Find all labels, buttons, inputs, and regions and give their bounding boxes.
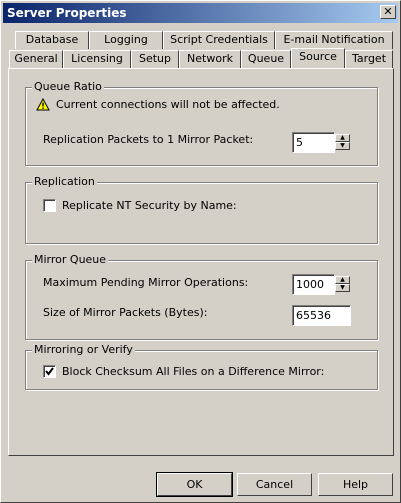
help-button[interactable]: Help	[318, 473, 393, 496]
replication-legend: Replication	[32, 175, 97, 188]
ok-button[interactable]: OK	[156, 472, 233, 497]
tab-target[interactable]: Target	[345, 50, 393, 68]
spin-up-icon[interactable]: ▲	[335, 276, 350, 284]
window-title: Server Properties	[7, 6, 127, 20]
close-button[interactable]: ✕	[380, 5, 396, 19]
max-pending-mirror-input[interactable]: 1000	[292, 274, 335, 295]
spin-down-icon[interactable]: ▼	[335, 142, 350, 150]
max-pending-mirror-label: Maximum Pending Mirror Operations:	[43, 276, 249, 289]
cancel-button[interactable]: Cancel	[237, 473, 312, 496]
replication-packets-spinner[interactable]: ▲ ▼	[335, 134, 350, 151]
title-bar[interactable]: Server Properties ✕	[3, 3, 398, 23]
tab-setup[interactable]: Setup	[131, 50, 179, 68]
tab-source[interactable]: Source	[291, 48, 345, 68]
replication-packets-label: Replication Packets to 1 Mirror Packet:	[43, 133, 254, 146]
spin-down-icon[interactable]: ▼	[335, 284, 350, 292]
block-checksum-checkbox[interactable]	[43, 365, 56, 378]
tab-licensing[interactable]: Licensing	[63, 50, 131, 68]
mirroring-verify-legend: Mirroring or Verify	[32, 343, 135, 356]
tab-email-notification[interactable]: E-mail Notification	[275, 31, 393, 49]
queue-ratio-group: Queue Ratio Current connections will not…	[25, 80, 378, 166]
server-properties-dialog: Server Properties ✕ Database Logging Scr…	[0, 0, 401, 503]
close-icon: ✕	[383, 5, 393, 18]
tab-logging[interactable]: Logging	[89, 31, 163, 49]
queue-ratio-legend: Queue Ratio	[32, 80, 104, 93]
tab-network[interactable]: Network	[179, 50, 241, 68]
replication-group: Replication Replicate NT Security by Nam…	[25, 175, 378, 244]
replication-packets-input[interactable]: 5	[292, 132, 335, 153]
block-checksum-label: Block Checksum All Files on a Difference…	[62, 365, 325, 378]
mirror-packet-size-label: Size of Mirror Packets (Bytes):	[43, 306, 208, 319]
mirroring-verify-group: Mirroring or Verify Block Checksum All F…	[25, 343, 378, 390]
tab-panel-source: Queue Ratio Current connections will not…	[8, 68, 394, 456]
mirror-packet-size-input[interactable]: 65536	[292, 305, 351, 326]
mirror-queue-legend: Mirror Queue	[32, 253, 109, 266]
replicate-nt-security-checkbox[interactable]	[43, 199, 56, 212]
tab-general[interactable]: General	[9, 50, 63, 68]
tab-database[interactable]: Database	[15, 31, 89, 49]
warning-text: Current connections will not be affected…	[56, 98, 280, 111]
warning-icon	[36, 98, 50, 111]
replicate-nt-security-label: Replicate NT Security by Name:	[62, 199, 237, 212]
max-pending-mirror-spinner[interactable]: ▲ ▼	[335, 276, 350, 293]
spin-up-icon[interactable]: ▲	[335, 134, 350, 142]
tab-script-credentials[interactable]: Script Credentials	[163, 31, 275, 49]
tab-queue[interactable]: Queue	[241, 50, 291, 68]
mirror-queue-group: Mirror Queue Maximum Pending Mirror Oper…	[25, 253, 378, 340]
checkmark-icon	[45, 367, 54, 376]
